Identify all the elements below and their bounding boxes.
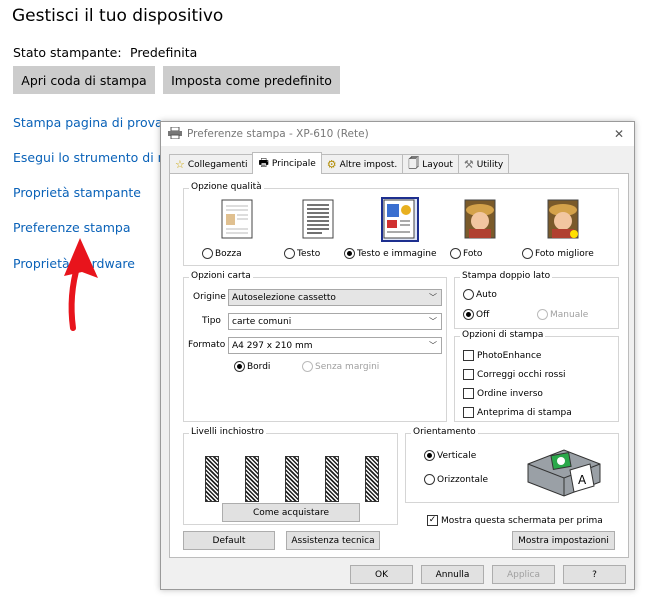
- tab-layout[interactable]: 🗍 Layout: [402, 154, 459, 174]
- close-icon[interactable]: ✕: [614, 127, 624, 141]
- print-test-page-link[interactable]: Stampa pagina di prova: [13, 115, 163, 130]
- quality-group: Opzione qualità Bozza Testo Testo e imma…: [183, 182, 619, 266]
- printer-status-value: Predefinita: [130, 45, 198, 60]
- dialog-titlebar: Preferenze stampa - XP-610 (Rete) ✕: [161, 122, 634, 146]
- ink-cartridge-1: [205, 456, 219, 502]
- red-eye-checkbox[interactable]: Correggi occhi rossi: [463, 369, 566, 380]
- star-icon: ☆: [175, 158, 185, 171]
- print-options-group: Opzioni di stampa PhotoEnhance Correggi …: [454, 330, 619, 422]
- orientation-group: Orientamento Verticale Orizzontale A: [405, 427, 619, 503]
- technical-support-button[interactable]: Assistenza tecnica: [286, 531, 380, 550]
- printer-status-label: Stato stampante:: [13, 45, 122, 60]
- tab-main[interactable]: 🖶 Principale: [252, 152, 322, 174]
- draft-document-icon: [221, 199, 253, 239]
- chevron-down-icon: ﹀: [429, 317, 437, 326]
- ink-cartridge-3: [285, 456, 299, 502]
- landscape-radio[interactable]: Orizzontale: [424, 474, 488, 485]
- troubleshooter-link[interactable]: Esegui lo strumento di ris: [13, 150, 173, 165]
- show-settings-button[interactable]: Mostra impostazioni: [512, 531, 615, 550]
- photo-icon: [464, 199, 496, 239]
- cancel-button[interactable]: Annulla: [421, 565, 484, 584]
- quality-photo-radio[interactable]: Foto: [450, 248, 482, 259]
- tab-more-options[interactable]: ⚙ Altre impost.: [320, 154, 404, 174]
- print-options-label: Opzioni di stampa: [460, 330, 546, 340]
- how-to-buy-button[interactable]: Come acquistare: [222, 503, 360, 522]
- wrench-icon: ⚒: [463, 158, 474, 171]
- chevron-down-icon: ﹀: [429, 293, 437, 302]
- type-label: Tipo: [202, 316, 221, 326]
- apply-button[interactable]: Applica: [492, 565, 555, 584]
- red-arrow-icon: [64, 238, 98, 331]
- text-document-icon: [302, 199, 334, 239]
- quality-draft-radio[interactable]: Bozza: [202, 248, 242, 259]
- dialog-title: Preferenze stampa - XP-610 (Rete): [187, 128, 369, 140]
- duplex-group: Stampa doppio lato Auto Off Manuale: [454, 271, 619, 329]
- printing-preferences-dialog: Preferenze stampa - XP-610 (Rete) ✕ ☆ Col…: [160, 121, 635, 590]
- duplex-label: Stampa doppio lato: [460, 271, 553, 281]
- printer-icon: 🖶: [258, 156, 269, 169]
- chevron-down-icon: ﹀: [429, 341, 437, 350]
- tab-shortcuts[interactable]: ☆ Collegamenti: [169, 154, 254, 174]
- borderless-radio[interactable]: Senza margini: [302, 361, 379, 372]
- ink-levels-label: Livelli inchiostro: [189, 427, 266, 437]
- paper-options-group: Opzioni carta Origine Autoselezione cass…: [183, 271, 447, 422]
- printer-properties-link[interactable]: Proprietà stampante: [13, 185, 141, 200]
- default-button[interactable]: Default: [183, 531, 275, 550]
- photoenhance-checkbox[interactable]: PhotoEnhance: [463, 350, 541, 361]
- tab-utility[interactable]: ⚒ Utility: [457, 154, 510, 174]
- printing-preferences-link[interactable]: Preferenze stampa: [13, 220, 131, 235]
- source-label: Origine: [193, 292, 226, 302]
- main-tab-panel: Opzione qualità Bozza Testo Testo e imma…: [169, 173, 629, 558]
- quality-best-photo-radio[interactable]: Foto migliore: [522, 248, 594, 259]
- svg-text:A: A: [578, 473, 587, 487]
- ink-levels-group: Livelli inchiostro Come acquistare: [183, 427, 398, 525]
- quality-text-radio[interactable]: Testo: [284, 248, 320, 259]
- reverse-order-checkbox[interactable]: Ordine inverso: [463, 388, 543, 399]
- open-queue-button[interactable]: Apri coda di stampa: [13, 66, 155, 94]
- ink-cartridge-2: [245, 456, 259, 502]
- gears-icon: ⚙: [326, 158, 337, 171]
- paper-options-label: Opzioni carta: [189, 271, 253, 281]
- duplex-auto-radio[interactable]: Auto: [463, 289, 497, 300]
- show-screen-first-checkbox[interactable]: ✓ Mostra questa schermata per prima: [427, 515, 603, 526]
- paper-type-select[interactable]: carte comuni ﹀: [228, 313, 442, 330]
- page-icon: 🗍: [408, 157, 420, 170]
- orientation-label: Orientamento: [411, 427, 478, 437]
- printer-icon: [168, 126, 182, 142]
- page-title: Gestisci il tuo dispositivo: [12, 6, 224, 26]
- duplex-manual-radio[interactable]: Manuale: [537, 309, 588, 320]
- duplex-off-radio[interactable]: Off: [463, 309, 489, 320]
- borders-radio[interactable]: Bordi: [234, 361, 270, 372]
- ink-cartridge-4: [325, 456, 339, 502]
- text-image-document-icon: [383, 199, 415, 239]
- ok-button[interactable]: OK: [350, 565, 413, 584]
- quality-text-image-radio[interactable]: Testo e immagine: [344, 248, 437, 259]
- size-label: Formato: [188, 340, 226, 350]
- best-photo-icon: [547, 199, 579, 239]
- orientation-printer-icon: A: [527, 449, 601, 497]
- portrait-radio[interactable]: Verticale: [424, 450, 476, 461]
- set-default-button[interactable]: Imposta come predefinito: [163, 66, 340, 94]
- paper-size-select[interactable]: A4 297 x 210 mm ﹀: [228, 337, 442, 354]
- help-button[interactable]: ?: [563, 565, 626, 584]
- source-select[interactable]: Autoselezione cassetto ﹀: [228, 289, 442, 306]
- quality-group-label: Opzione qualità: [189, 182, 264, 192]
- ink-cartridge-5: [365, 456, 379, 502]
- print-preview-checkbox[interactable]: Anteprima di stampa: [463, 407, 572, 418]
